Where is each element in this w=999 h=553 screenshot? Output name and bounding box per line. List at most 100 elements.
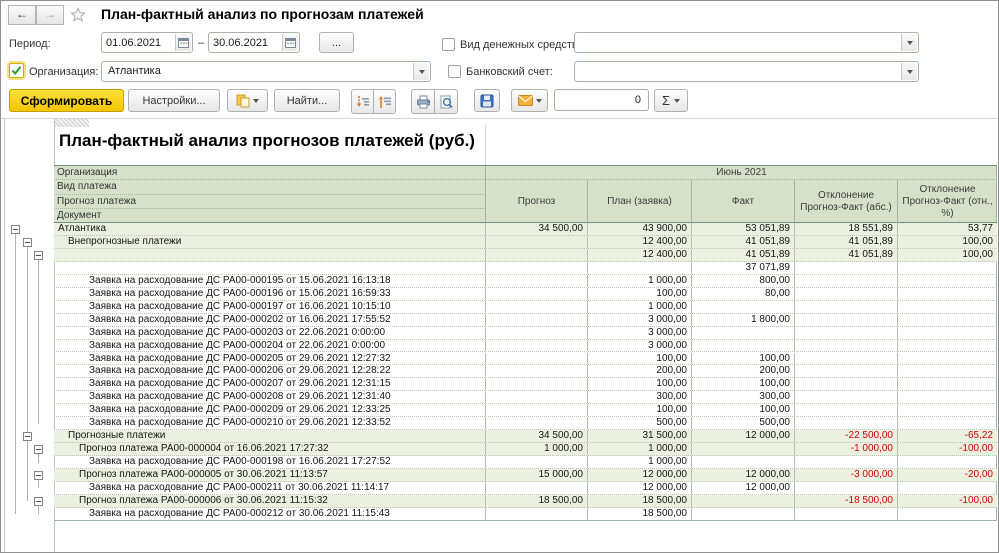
bank-account-checkbox[interactable] <box>448 65 461 78</box>
counter-field[interactable] <box>554 89 649 111</box>
value-cell <box>794 456 897 468</box>
tree-collapse-button[interactable] <box>34 251 43 260</box>
value-cell <box>794 314 897 326</box>
table-row[interactable]: Прогноз платежа РА00-000005 от 30.06.202… <box>54 469 997 482</box>
value-cell: 18 551,89 <box>794 223 897 235</box>
value-cell: 34 500,00 <box>485 223 587 235</box>
report-corner-cell <box>55 119 89 127</box>
table-row[interactable]: Заявка на расходование ДС РА00-000198 от… <box>54 456 997 469</box>
dimension-header: Прогноз платежа <box>54 195 485 209</box>
value-cell <box>897 288 997 300</box>
table-row[interactable]: 37 071,89 <box>54 262 997 275</box>
send-mail-button[interactable] <box>511 89 548 112</box>
value-cell: 41 051,89 <box>794 236 897 248</box>
bank-account-combo[interactable] <box>574 61 919 82</box>
calendar-icon[interactable] <box>282 34 298 51</box>
value-cell: 1 000,00 <box>587 275 691 287</box>
table-row[interactable]: 12 400,0041 051,8941 051,89100,00 <box>54 249 997 262</box>
value-cell <box>794 327 897 339</box>
date-to-input[interactable] <box>209 33 283 52</box>
value-cell <box>485 365 587 377</box>
value-cell: -3 000,00 <box>794 469 897 481</box>
row-label: Прогноз платежа РА00-000006 от 30.06.202… <box>54 495 510 507</box>
date-to-field[interactable] <box>208 32 300 53</box>
app-window: ← → План-фактный анализ по прогнозам пла… <box>0 0 999 553</box>
table-row[interactable]: Заявка на расходование ДС РА00-000202 от… <box>54 314 997 327</box>
table-row[interactable]: Заявка на расходование ДС РА00-000206 от… <box>54 365 997 378</box>
value-cell <box>485 301 587 313</box>
tree-connector-line <box>38 480 39 488</box>
value-cell: -20,00 <box>897 469 997 481</box>
print-icon[interactable] <box>411 89 435 114</box>
table-row[interactable]: Прогноз платежа РА00-000004 от 16.06.202… <box>54 443 997 456</box>
tree-collapse-button[interactable] <box>34 471 43 480</box>
row-label: Прогноз платежа РА00-000005 от 30.06.202… <box>54 469 510 481</box>
copy-result-button[interactable] <box>227 89 268 112</box>
value-cell: 12 000,00 <box>587 469 691 481</box>
table-row[interactable]: Атлантика34 500,0043 900,0053 051,8918 5… <box>54 223 997 236</box>
value-cell <box>485 262 587 274</box>
tree-gutter <box>1 1 54 553</box>
value-cell <box>794 262 897 274</box>
table-row[interactable]: Прогноз платежа РА00-000006 от 30.06.202… <box>54 495 997 508</box>
table-row[interactable]: Заявка на расходование ДС РА00-000197 от… <box>54 301 997 314</box>
sum-button[interactable]: Σ <box>654 89 688 112</box>
settings-button[interactable]: Настройки... <box>128 89 220 112</box>
tree-collapse-button[interactable] <box>23 432 32 441</box>
chevron-down-icon[interactable] <box>901 63 917 80</box>
table-row[interactable]: Внепрогнозные платежи12 400,0041 051,894… <box>54 236 997 249</box>
value-cell <box>691 456 794 468</box>
value-cell <box>587 262 691 274</box>
table-row[interactable]: Заявка на расходование ДС РА00-000211 от… <box>54 482 997 495</box>
tree-collapse-button[interactable] <box>34 445 43 454</box>
organization-combo[interactable]: Атлантика <box>101 61 431 82</box>
date-from-field[interactable] <box>101 32 193 53</box>
table-row[interactable]: Заявка на расходование ДС РА00-000205 от… <box>54 353 997 366</box>
value-cell: -18 500,00 <box>794 495 897 507</box>
value-cell <box>485 249 587 261</box>
value-cell: 100,00 <box>691 404 794 416</box>
table-row[interactable]: Заявка на расходование ДС РА00-000203 от… <box>54 327 997 340</box>
chevron-down-icon[interactable] <box>413 63 429 80</box>
value-cell <box>897 365 997 377</box>
value-cell: 12 000,00 <box>691 482 794 494</box>
value-cell: 31 500,00 <box>587 430 691 442</box>
cash-type-combo[interactable] <box>574 32 919 53</box>
value-cell: -100,00 <box>897 443 997 455</box>
table-row[interactable]: Заявка на расходование ДС РА00-000210 от… <box>54 417 997 430</box>
row-label <box>54 262 520 274</box>
tree-collapse-button[interactable] <box>11 225 20 234</box>
calendar-icon[interactable] <box>175 34 191 51</box>
table-row[interactable]: Заявка на расходование ДС РА00-000207 от… <box>54 378 997 391</box>
table-row[interactable]: Прогнозные платежи34 500,0031 500,0012 0… <box>54 430 997 443</box>
period-group-header: Июнь 2021 <box>485 166 997 180</box>
counter-input[interactable] <box>555 90 648 110</box>
value-cell <box>794 288 897 300</box>
table-row[interactable]: Заявка на расходование ДС РА00-000195 от… <box>54 275 997 288</box>
period-more-button[interactable]: ... <box>319 32 354 53</box>
print-preview-icon[interactable] <box>434 89 458 114</box>
table-row[interactable]: Заявка на расходование ДС РА00-000204 от… <box>54 340 997 353</box>
save-button[interactable] <box>474 89 500 112</box>
value-cell <box>897 340 997 352</box>
table-row[interactable]: Заявка на расходование ДС РА00-000212 от… <box>54 508 997 521</box>
chevron-down-icon[interactable] <box>901 34 917 51</box>
date-from-input[interactable] <box>102 33 176 52</box>
tree-collapse-button[interactable] <box>34 497 43 506</box>
row-label: Прогноз платежа РА00-000004 от 16.06.202… <box>54 443 510 455</box>
tree-connector-line <box>38 506 39 514</box>
value-cell: 3 000,00 <box>587 327 691 339</box>
find-button[interactable]: Найти... <box>274 89 340 112</box>
value-cell: -100,00 <box>897 495 997 507</box>
value-cell <box>897 301 997 313</box>
value-cell: 18 500,00 <box>485 495 587 507</box>
favorite-star-icon[interactable] <box>70 7 86 23</box>
tree-collapse-button[interactable] <box>23 238 32 247</box>
table-row[interactable]: Заявка на расходование ДС РА00-000196 от… <box>54 288 997 301</box>
expand-groups-icon[interactable] <box>351 89 374 114</box>
table-row[interactable]: Заявка на расходование ДС РА00-000209 от… <box>54 404 997 417</box>
value-cell: 18 500,00 <box>587 495 691 507</box>
table-row[interactable]: Заявка на расходование ДС РА00-000208 от… <box>54 391 997 404</box>
cash-type-checkbox[interactable] <box>442 38 455 51</box>
collapse-groups-icon[interactable] <box>373 89 396 114</box>
